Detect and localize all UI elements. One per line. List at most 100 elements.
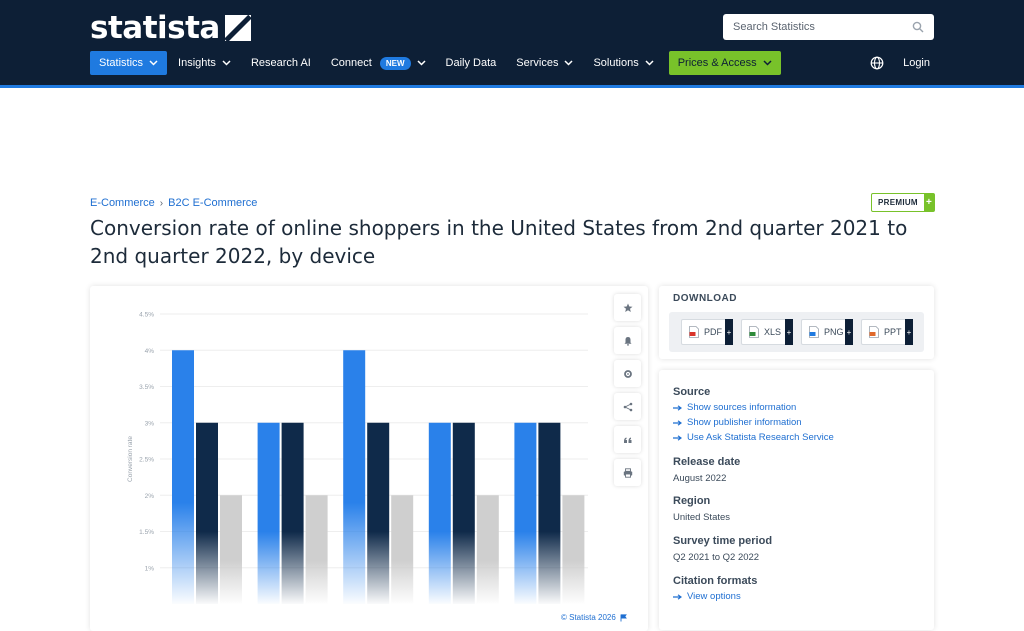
login-link[interactable]: Login [903,57,930,69]
search-input[interactable] [733,21,912,33]
download-row: PDF + XLS + PNG + PPT + [669,312,924,352]
globe-icon[interactable] [870,56,884,70]
pdf-label: PDF [704,327,722,337]
download-card: DOWNLOAD PDF + XLS + PNG + PPT + [659,286,934,359]
settings-button[interactable] [614,360,641,387]
nav-solutions[interactable]: Solutions [584,51,662,75]
view-options-link[interactable]: View options [673,591,741,602]
premium-badge: PREMIUM + [871,193,935,212]
bar[interactable] [562,495,585,604]
chevron-down-icon [222,60,231,66]
source-heading: Source [673,386,711,398]
show-publisher-label: Show publisher information [687,417,802,428]
nav-research-ai-label: Research AI [250,57,311,69]
download-xls-button[interactable]: XLS + [741,319,793,345]
survey-period-value: Q2 2021 to Q2 2022 [673,552,760,563]
ppt-file-icon [869,326,879,338]
nav-prices-access-label: Prices & Access [677,57,757,69]
bar[interactable] [196,422,218,604]
bar[interactable] [452,422,475,604]
logo-mark-icon [224,15,251,41]
nav-insights[interactable]: Insights [169,51,240,75]
breadcrumb: E-Commerce › B2C E-Commerce [90,197,257,209]
region-value: United States [673,512,731,523]
view-options-label: View options [687,591,741,602]
bar[interactable] [476,495,499,604]
bar-chart: 1% 1.5% 2% 2.5% 3% 3.5% 4% 4.5% Conversion rate [127,312,588,604]
nav-services[interactable]: Services [507,51,582,75]
cite-button[interactable] [614,426,641,453]
share-icon [623,402,632,411]
nav-daily-data[interactable]: Daily Data [437,51,506,75]
png-file-icon [809,326,819,338]
bar[interactable] [391,495,414,604]
notification-button[interactable] [614,327,641,354]
region-heading: Region [673,495,711,507]
y-tick-label: 4.5% [139,312,154,319]
breadcrumb-item-b2c[interactable]: B2C E-Commerce [168,197,257,209]
chevron-down-icon [763,60,772,66]
png-label: PNG [824,327,844,337]
chart-tools [614,294,641,492]
nav-connect[interactable]: Connect NEW [322,51,435,75]
pdf-file-icon [689,326,699,338]
survey-period-heading: Survey time period [673,535,773,547]
premium-label: PREMIUM [878,198,918,207]
bar[interactable] [305,495,328,604]
y-tick-label: 3% [145,420,155,427]
bar[interactable] [172,350,194,604]
xls-plus: + [785,319,793,345]
breadcrumb-item-ecommerce[interactable]: E-Commerce [90,197,155,209]
share-button[interactable] [614,393,641,420]
premium-plus: + [923,194,934,211]
ppt-plus: + [905,319,913,345]
statista-logo[interactable]: statista [90,10,251,46]
nav-research-ai[interactable]: Research AI [242,51,320,75]
citation-heading: Citation formats [673,575,758,587]
arrow-right-icon [673,434,682,441]
bar[interactable] [220,495,242,604]
search-icon[interactable] [912,21,924,33]
chevron-down-icon [564,60,573,66]
nav-daily-data-label: Daily Data [445,57,497,69]
chevron-down-icon [645,60,654,66]
bar[interactable] [281,422,304,604]
star-icon [623,303,632,312]
nav-insights-label: Insights [178,57,216,69]
copyright[interactable]: © Statista 2026 [561,613,627,622]
bar[interactable] [538,422,561,604]
download-pdf-button[interactable]: PDF + [681,319,733,345]
bar[interactable] [514,422,537,604]
nav-prices-access[interactable]: Prices & Access [668,51,781,75]
quote-icon [623,437,631,443]
bar[interactable] [343,350,366,604]
download-ppt-button[interactable]: PPT + [861,319,913,345]
new-badge: NEW [379,56,411,70]
bar[interactable] [367,422,390,604]
release-date-value: August 2022 [673,473,727,484]
logo-text: statista [90,10,220,46]
nav-solutions-label: Solutions [593,57,639,69]
download-label: DOWNLOAD [673,293,737,304]
ask-statista-link[interactable]: Use Ask Statista Research Service [673,432,834,443]
y-axis-label: Conversion rate [127,436,134,482]
bar[interactable] [428,422,451,604]
download-png-button[interactable]: PNG + [801,319,853,345]
bar[interactable] [257,422,280,604]
chevron-down-icon [416,60,426,66]
favorite-button[interactable] [614,294,641,321]
print-button[interactable] [614,459,641,486]
main-nav: Statistics Insights Research AI Connect … [90,51,783,75]
gear-icon [623,369,632,378]
y-tick-label: 2% [145,493,155,500]
arrow-right-icon [673,593,682,600]
flag-icon [620,613,627,621]
y-tick-label: 3.5% [139,384,154,391]
show-publisher-link[interactable]: Show publisher information [673,417,802,428]
nav-statistics[interactable]: Statistics [90,51,168,75]
release-date-heading: Release date [673,456,741,468]
search-box[interactable] [723,14,934,40]
chevron-down-icon [149,60,158,66]
show-sources-link[interactable]: Show sources information [673,402,796,413]
y-tick-label: 2.5% [139,457,154,464]
